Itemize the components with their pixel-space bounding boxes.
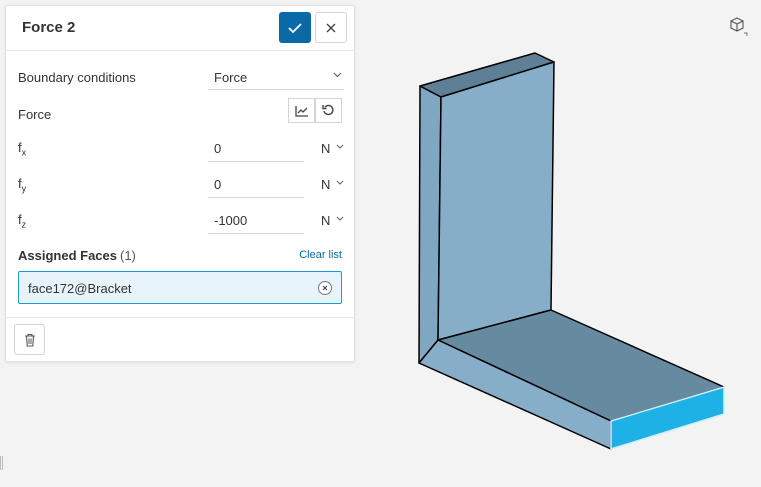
fz-input[interactable]: -1000 [208, 206, 304, 234]
assigned-face-item[interactable]: face172@Bracket [18, 271, 342, 304]
chart-icon [294, 105, 308, 117]
fz-row: fz -1000 N [18, 206, 344, 234]
close-button[interactable] [315, 12, 347, 43]
function-chart-button[interactable] [288, 98, 315, 123]
confirm-button[interactable] [279, 12, 311, 43]
remove-face-button[interactable] [318, 281, 332, 295]
fx-unit-select[interactable]: N [320, 134, 344, 162]
boundary-conditions-value: Force [214, 70, 248, 85]
delete-button[interactable] [14, 324, 45, 355]
bracket-model [418, 52, 725, 450]
panel-title: Force 2 [22, 19, 76, 36]
fy-input[interactable]: 0 [208, 170, 304, 198]
undo-icon [322, 104, 334, 116]
resize-handle[interactable] [0, 456, 3, 470]
boundary-conditions-label: Boundary conditions [18, 70, 136, 85]
boundary-conditions-select[interactable]: Force [208, 64, 344, 90]
assigned-face-label: face172@Bracket [28, 281, 132, 296]
trash-icon [24, 333, 35, 347]
footer-divider [6, 317, 354, 318]
3d-viewport[interactable] [360, 0, 761, 487]
fz-unit-select[interactable]: N [320, 206, 344, 234]
chevron-down-icon [336, 216, 344, 221]
chevron-down-icon [333, 72, 342, 78]
fz-label: fz [18, 212, 27, 230]
close-icon [326, 23, 336, 32]
boundary-conditions-row: Boundary conditions Force [18, 64, 344, 92]
fy-label: fy [18, 176, 27, 194]
panel-header: Force 2 [6, 6, 354, 51]
fx-row: fx 0 N [18, 134, 344, 162]
fx-label: fx [18, 140, 27, 158]
chevron-down-icon [336, 144, 344, 149]
bracket-front-face [437, 61, 555, 341]
assigned-faces-count: (1) [120, 248, 136, 263]
reset-button[interactable] [315, 98, 342, 123]
fy-unit-select[interactable]: N [320, 170, 344, 198]
assigned-faces-heading: Assigned Faces (1) [18, 248, 136, 263]
force-row: Force [18, 98, 344, 129]
check-icon [288, 22, 302, 33]
clear-list-link[interactable]: Clear list [299, 249, 342, 261]
close-icon [322, 285, 328, 291]
fx-input[interactable]: 0 [208, 134, 304, 162]
force-label: Force [18, 107, 52, 122]
fy-row: fy 0 N [18, 170, 344, 198]
chevron-down-icon [336, 180, 344, 185]
boundary-condition-panel: Force 2 Boundary conditions Force Force … [5, 5, 355, 362]
